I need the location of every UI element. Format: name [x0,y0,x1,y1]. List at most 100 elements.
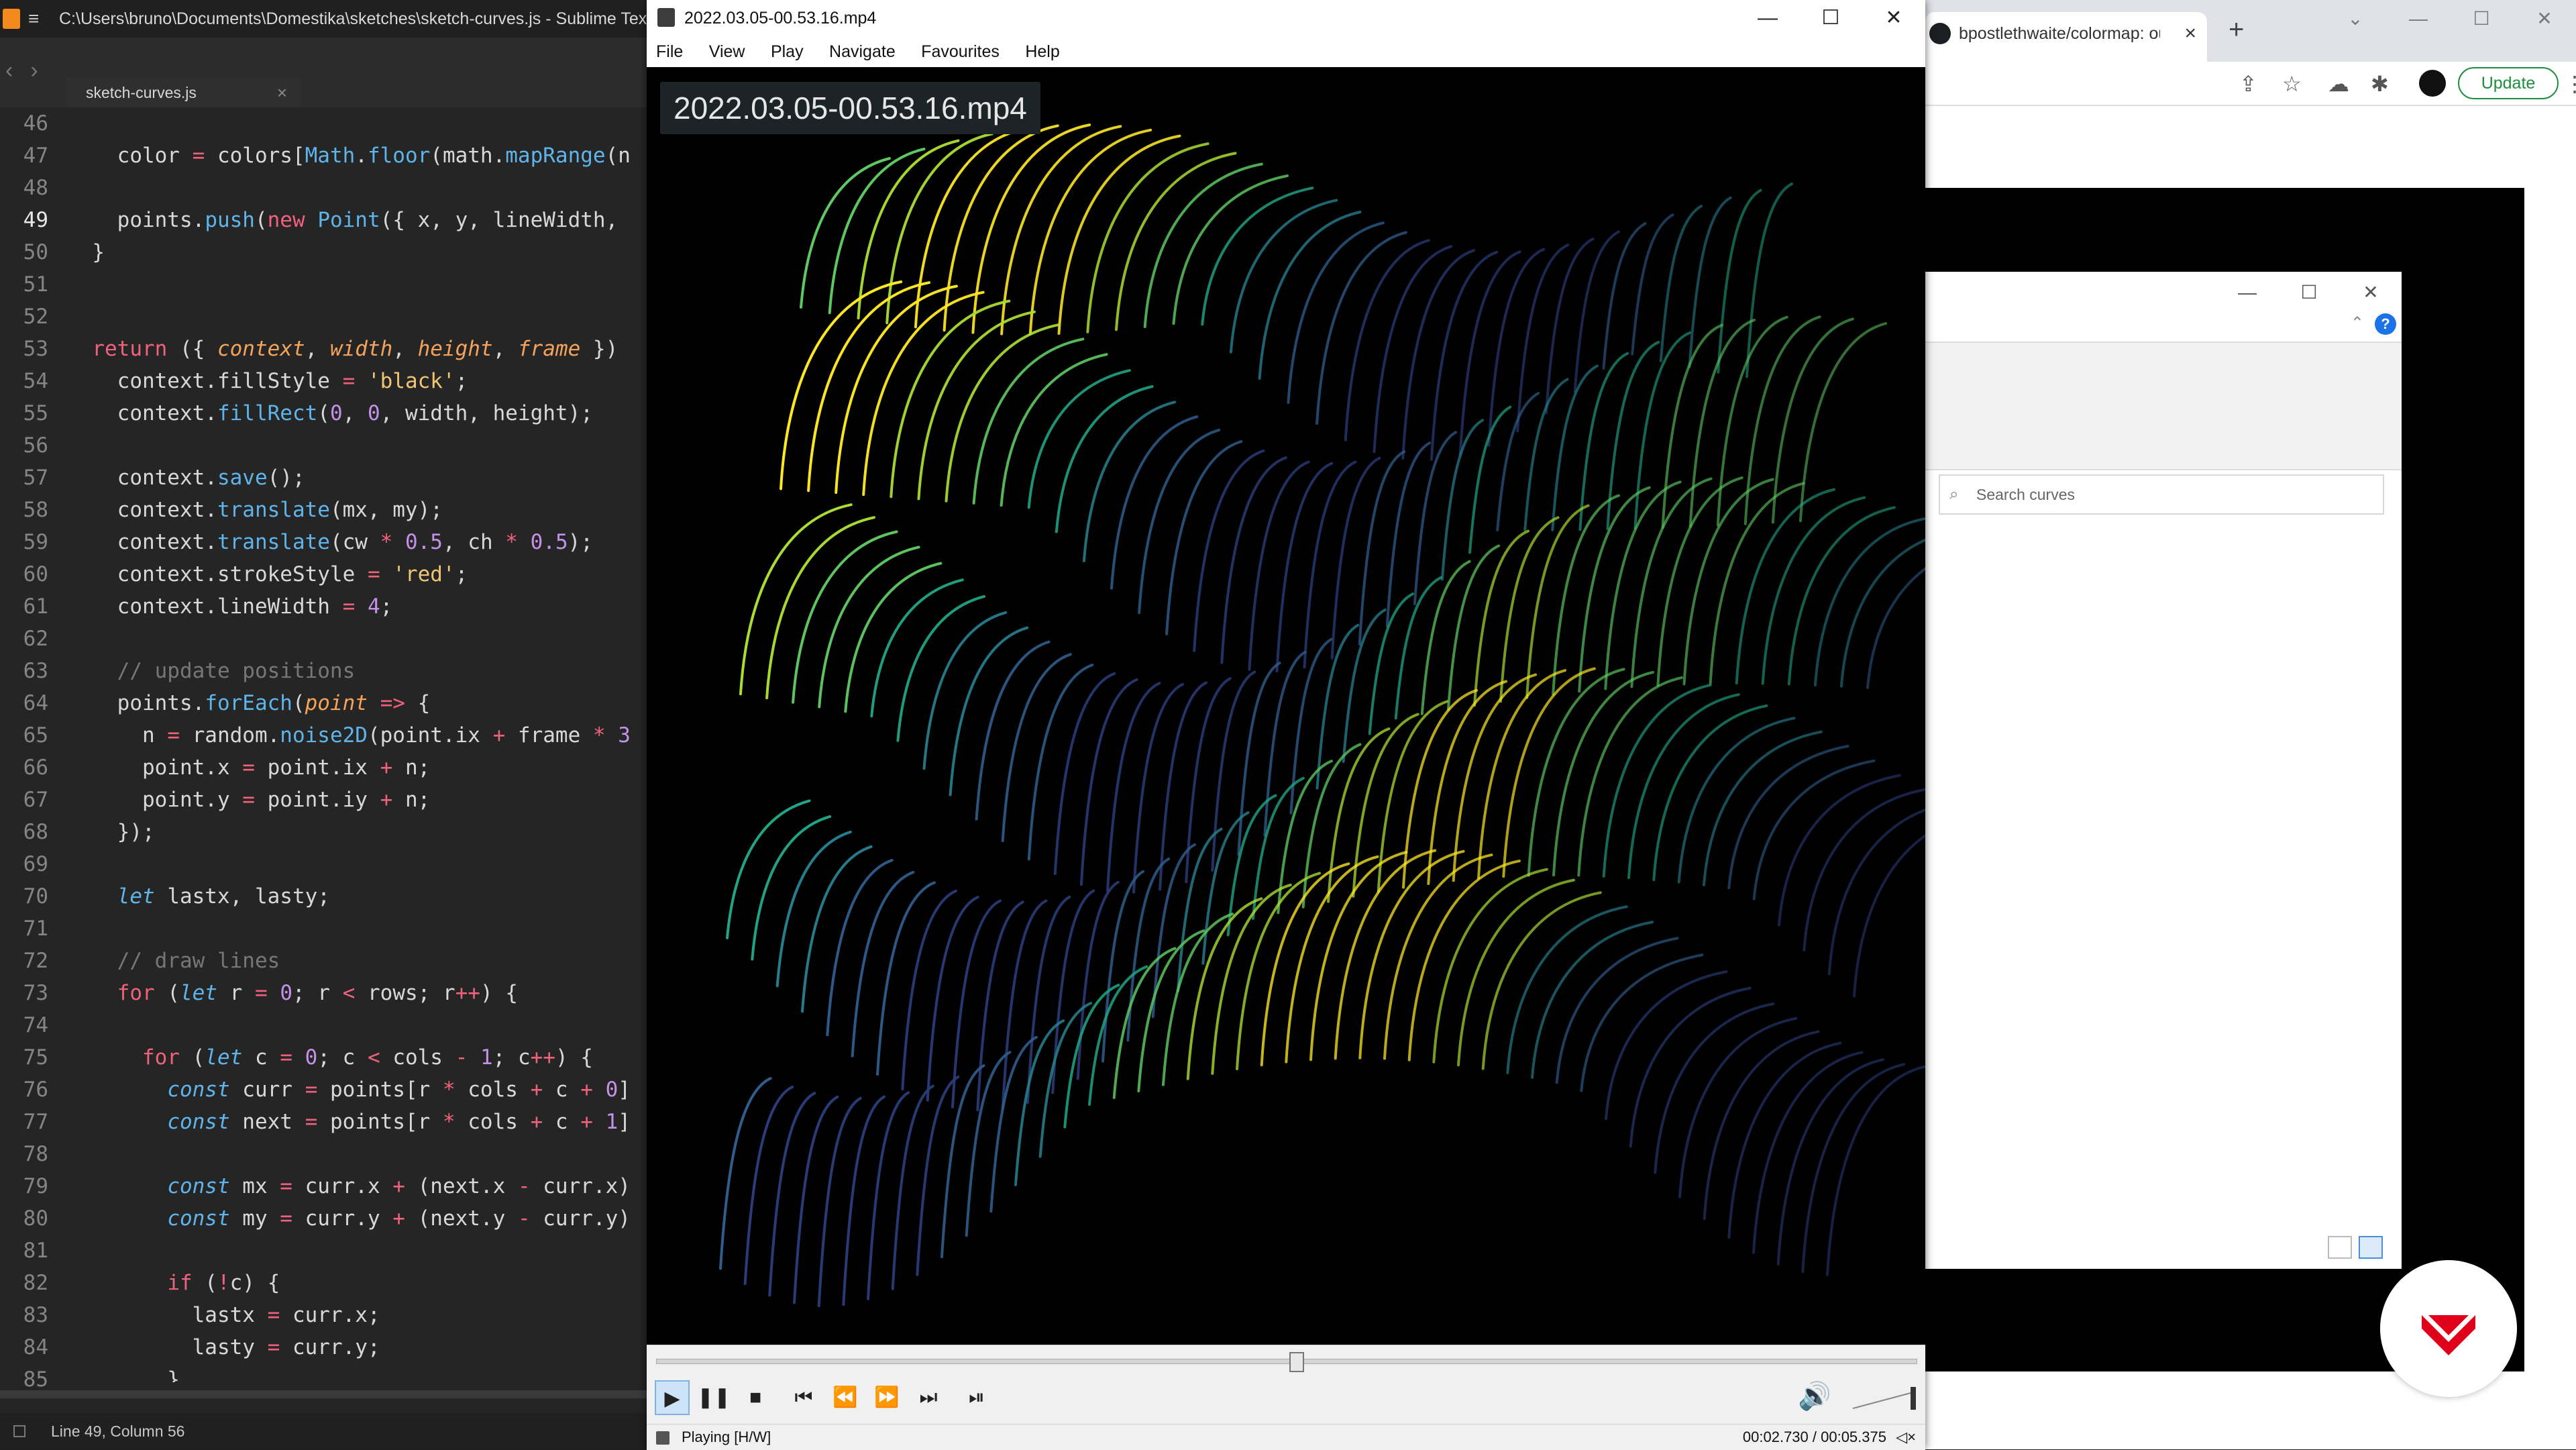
tab-scroll-arrows-icon[interactable]: ‹› [5,58,56,84]
curve-line [780,280,903,490]
curve-line [971,123,1091,334]
minimize-button[interactable]: — [1736,0,1799,36]
code-line: lastx = curr.x; [67,1303,380,1327]
stop-button[interactable]: ■ [738,1380,773,1415]
line-number: 67 [23,788,48,812]
curve-line [1787,506,1896,686]
cloud-icon[interactable]: ☁ [2328,71,2349,97]
menu-file[interactable]: File [656,36,683,67]
menu-favourites[interactable]: Favourites [921,36,1000,67]
code-line: context.save(); [67,466,305,490]
curve-line [1344,239,1430,442]
mute-icon[interactable]: ◁× [1896,1425,1916,1450]
close-button[interactable]: ✕ [2513,0,2576,38]
close-button[interactable]: ✕ [1862,0,1925,36]
volume-icon[interactable]: 🔊 [1798,1380,1831,1412]
curve-line [1552,670,1654,877]
line-number: 62 [23,627,48,651]
curve-line [1506,905,1628,1074]
new-tab-button[interactable]: + [2229,15,2244,45]
panel-toggle-icon[interactable] [13,1425,25,1437]
line-number: 68 [23,820,48,844]
canvas-strip [2402,272,2524,1269]
share-icon[interactable]: ⇪ [2239,71,2257,97]
menu-navigate[interactable]: Navigate [829,36,896,67]
curve-line [1220,456,1287,664]
code-line: if (!c) { [167,1271,280,1295]
code-line: points.forEach(point => { [67,691,431,715]
view-mode-switcher [2321,1236,2383,1262]
minimize-button[interactable]: — [2387,0,2450,38]
more-menu-icon[interactable]: ⋮ [2564,71,2576,97]
extensions-puzzle-icon[interactable]: ✱ [2371,71,2389,97]
tab-close-icon[interactable]: × [277,78,287,107]
code-line: context.translate(cw * 0.5, ch * 0.5); [67,530,593,554]
line-number: 73 [23,981,48,1005]
menu-help[interactable]: Help [1025,36,1059,67]
collapse-ribbon-icon[interactable]: ⌃ [2351,313,2364,333]
bookmark-star-icon[interactable]: ☆ [2282,71,2302,97]
video-area[interactable]: 2022.03.05-00.53.16.mp4 [647,67,1925,1345]
large-icons-view-icon[interactable] [2359,1236,2383,1259]
curve-line [1477,669,1566,880]
seek-thumb[interactable] [1289,1352,1305,1372]
frame-step-button[interactable]: ⏯ [959,1380,994,1415]
line-number: 46 [23,111,48,136]
curve-line [1652,704,1768,882]
volume-slider[interactable] [1851,1387,1919,1410]
profile-avatar[interactable] [2419,70,2446,97]
line-number: 61 [23,594,48,619]
code-editor[interactable]: color = colors[Math.floor(math.mapRange(… [67,107,647,1382]
next-button[interactable]: ⏭ [911,1380,946,1415]
curve-line [1457,878,1575,1067]
close-button[interactable]: ✕ [2340,281,2402,303]
menu-view[interactable]: View [709,36,745,67]
maximize-button[interactable]: ☐ [2450,0,2513,38]
hamburger-menu-icon[interactable]: ≡ [28,0,39,38]
curve-line [1055,385,1154,533]
line-number: 65 [23,723,48,747]
dialog-ribbon [1925,342,2402,470]
fast-forward-button[interactable]: ⏩ [869,1380,904,1415]
curve-line [1138,428,1221,615]
tab-search-icon[interactable]: ⌄ [2324,0,2387,38]
curve-line [1368,592,1414,735]
curve-line [1531,921,1654,1079]
curve-line [1631,213,1674,356]
update-button[interactable]: Update [2458,67,2559,99]
curve-line [870,578,964,718]
curve-line [1263,650,1307,837]
horizontal-scrollbar[interactable] [0,1390,647,1398]
cursor-position: Line 49, Column 56 [51,1422,185,1440]
details-view-icon[interactable] [2328,1236,2352,1259]
search-icon: ⌕ [1949,485,1959,503]
line-number: 74 [23,1013,48,1037]
curve-line [975,640,1051,821]
player-title-bar: 2022.03.05-00.53.16.mp4 — ☐ ✕ [647,0,1925,36]
line-number: 84 [23,1335,48,1359]
rewind-button[interactable]: ⏪ [828,1380,863,1415]
menu-play[interactable]: Play [771,36,804,67]
search-input[interactable]: ⌕ Search curves [1939,474,2384,515]
code-line: // update positions [117,659,356,683]
curve-line [949,626,1029,796]
pause-button[interactable]: ❚❚ [696,1380,731,1415]
previous-button[interactable]: ⏮ [786,1380,821,1415]
tab-sketch-curves[interactable]: sketch-curves.js × [67,78,301,107]
curve-line [1446,544,1501,711]
status-icon [656,1431,669,1445]
code-line: context.translate(mx, my); [67,498,443,522]
media-player-window: 2022.03.05-00.53.16.mp4 — ☐ ✕ File View Pl… [647,0,1925,1450]
curve-line [1185,677,1232,884]
line-number: 70 [23,884,48,909]
maximize-button[interactable]: ☐ [1799,0,1862,36]
help-icon[interactable]: ? [2375,313,2396,335]
browser-tab-colormap[interactable]: bpostlethwaite/colormap: out × [1925,12,2207,62]
code-line: point.y = point.iy + n; [67,788,431,812]
maximize-button[interactable]: ☐ [2278,281,2340,303]
curve-line [817,1096,862,1308]
minimize-button[interactable]: — [2216,282,2278,303]
play-button[interactable]: ▶ [655,1380,690,1415]
seek-bar[interactable] [656,1359,1917,1364]
tab-close-icon[interactable]: × [2184,12,2196,55]
